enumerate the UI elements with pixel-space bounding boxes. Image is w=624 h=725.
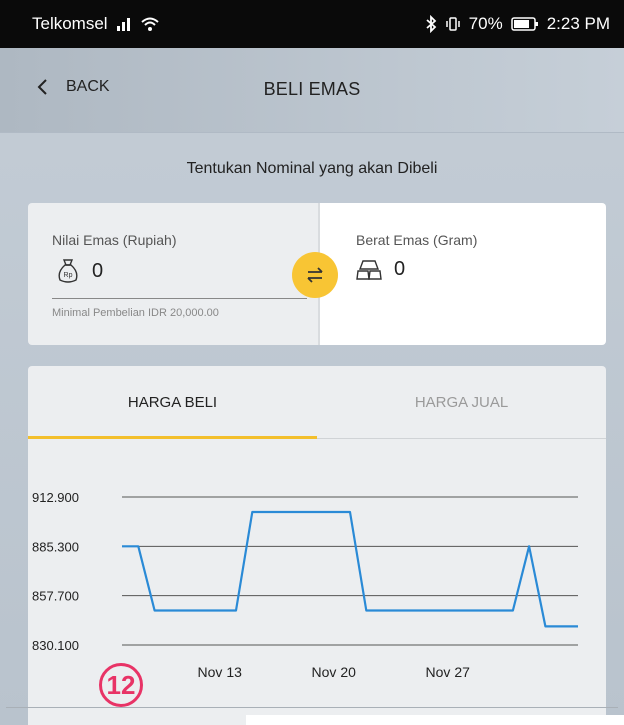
price-tabs: HARGA BELI HARGA JUAL bbox=[28, 366, 606, 439]
instruction-text: Tentukan Nominal yang akan Dibeli bbox=[186, 160, 438, 177]
y-tick-label: 912.900 bbox=[32, 490, 79, 505]
x-tick-label: Nov 13 bbox=[198, 664, 243, 680]
gold-bars-icon bbox=[356, 259, 382, 280]
rupiah-underline bbox=[52, 298, 307, 299]
y-tick-label: 857.700 bbox=[32, 589, 79, 604]
bottom-divider bbox=[6, 707, 618, 708]
step-number-badge: 12 bbox=[99, 663, 143, 707]
bluetooth-icon bbox=[426, 15, 436, 33]
status-bar: Telkomsel 70% 2:23 PM bbox=[0, 0, 624, 48]
status-time: 2:23 PM bbox=[546, 14, 610, 33]
step-number: 12 bbox=[106, 669, 136, 700]
money-bag-icon: Rp bbox=[58, 259, 78, 283]
tab-harga-beli[interactable]: HARGA BELI bbox=[28, 366, 317, 439]
swap-button[interactable] bbox=[292, 252, 338, 298]
gram-input[interactable]: 0 bbox=[356, 258, 405, 281]
x-tick-label: Nov 20 bbox=[312, 664, 357, 680]
minimum-purchase-note: Minimal Pembelian IDR 20,000.00 bbox=[52, 307, 219, 319]
bottom-panel-edge bbox=[246, 715, 624, 725]
vibrate-icon bbox=[445, 17, 460, 31]
gram-label: Berat Emas (Gram) bbox=[356, 232, 478, 248]
tab-label: HARGA JUAL bbox=[414, 393, 509, 411]
wifi-icon bbox=[140, 17, 159, 31]
signal-icon bbox=[116, 18, 130, 31]
nav-bar: BACK BELI EMAS bbox=[0, 48, 624, 133]
rupiah-input[interactable]: Rp 0 bbox=[56, 258, 103, 284]
gram-value: 0 bbox=[394, 258, 406, 280]
swap-arrows-icon bbox=[307, 267, 323, 283]
y-tick-label: 830.100 bbox=[32, 638, 79, 653]
rupiah-value: 0 bbox=[92, 259, 104, 282]
battery-icon bbox=[510, 17, 538, 31]
page-title: BELI EMAS bbox=[263, 79, 361, 99]
rupiah-label: Nilai Emas (Rupiah) bbox=[52, 232, 177, 248]
price-series-line bbox=[122, 510, 578, 628]
tab-label: HARGA BELI bbox=[127, 393, 218, 411]
x-tick-label: Nov 27 bbox=[426, 664, 471, 680]
battery-percent: 70% bbox=[468, 14, 503, 33]
tab-harga-jual[interactable]: HARGA JUAL bbox=[317, 366, 606, 438]
y-tick-label: 885.300 bbox=[32, 539, 79, 554]
svg-text:Rp: Rp bbox=[64, 272, 73, 279]
carrier-name: Telkomsel bbox=[32, 14, 108, 33]
gram-input-panel[interactable]: Berat Emas (Gram) 0 bbox=[320, 203, 606, 345]
rupiah-input-panel[interactable]: Nilai Emas (Rupiah) Rp 0 Minimal Pembeli… bbox=[28, 203, 320, 345]
